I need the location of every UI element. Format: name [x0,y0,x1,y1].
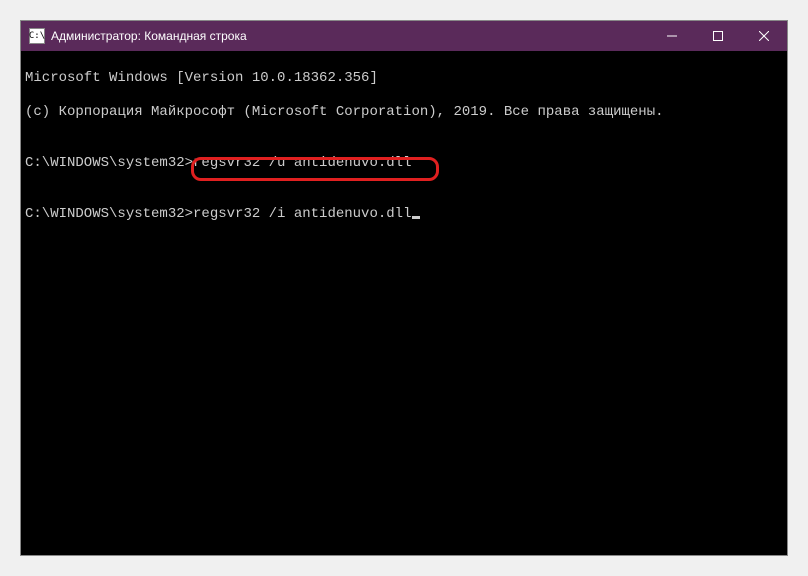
prompt: C:\WINDOWS\system32> [25,155,193,171]
window-controls [649,21,787,51]
cmd-window: C:\ Администратор: Командная строка Micr… [20,20,788,556]
cmd-icon: C:\ [29,28,45,44]
command-text: regsvr32 /i antidenuvo.dll [193,206,411,222]
titlebar[interactable]: C:\ Администратор: Командная строка [21,21,787,51]
output-line: Microsoft Windows [Version 10.0.18362.35… [25,70,783,87]
prompt: C:\WINDOWS\system32> [25,206,193,222]
terminal-area[interactable]: Microsoft Windows [Version 10.0.18362.35… [21,51,787,555]
maximize-button[interactable] [695,21,741,51]
text-cursor [412,216,420,219]
output-line: (c) Корпорация Майкрософт (Microsoft Cor… [25,104,783,121]
prompt-line: C:\WINDOWS\system32>regsvr32 /i antidenu… [25,206,783,223]
minimize-button[interactable] [649,21,695,51]
close-button[interactable] [741,21,787,51]
command-text: regsvr32 /u antidenuvo.dll [193,155,411,171]
window-title: Администратор: Командная строка [51,29,649,43]
prompt-line: C:\WINDOWS\system32>regsvr32 /u antidenu… [25,155,783,172]
